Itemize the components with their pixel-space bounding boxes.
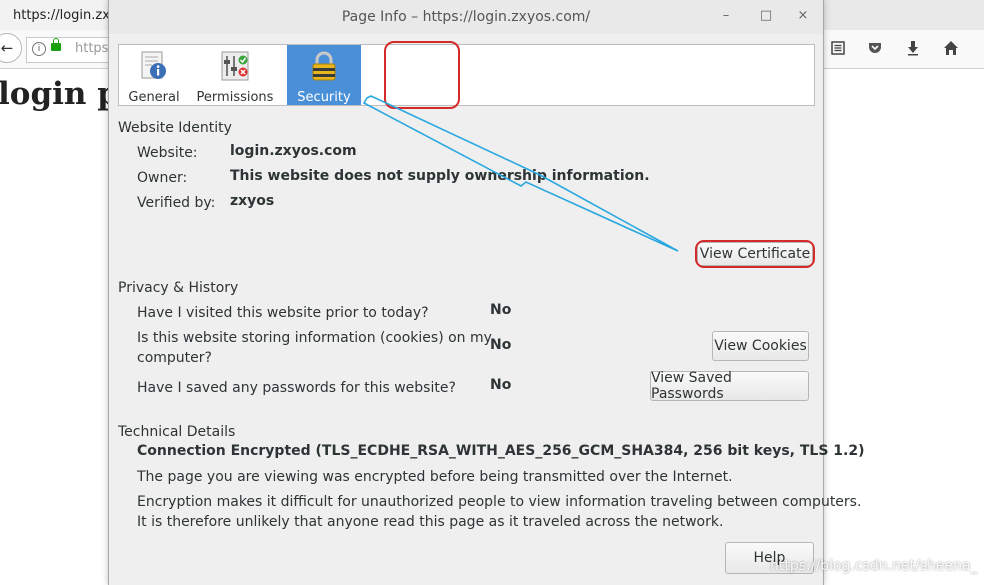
annotation-arrow [362, 95, 679, 252]
watermark: https://blog.csdn.net/sheena_ [770, 558, 978, 574]
